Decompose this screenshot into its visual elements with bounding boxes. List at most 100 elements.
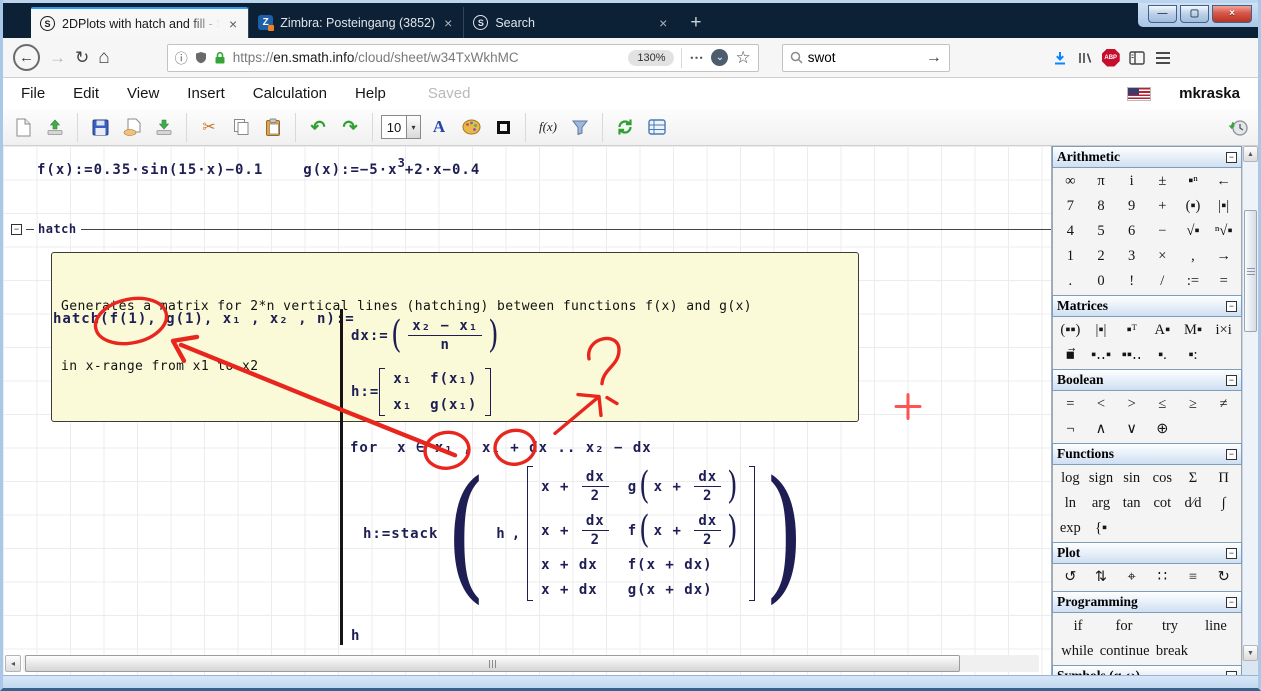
- palette-button[interactable]: line: [1193, 614, 1239, 639]
- recalculate-button[interactable]: [611, 113, 639, 141]
- collapse-icon[interactable]: −: [1226, 548, 1237, 559]
- collapse-icon[interactable]: −: [1226, 449, 1237, 460]
- palette-button[interactable]: ▪⃗: [1055, 343, 1086, 368]
- palette-button[interactable]: ⁿ√▪: [1208, 219, 1239, 244]
- font-style-button[interactable]: A: [425, 113, 453, 141]
- palette-button[interactable]: ←: [1208, 169, 1239, 194]
- reload-button[interactable]: ↻: [75, 49, 89, 66]
- palette-button[interactable]: 6: [1116, 219, 1147, 244]
- collapse-icon[interactable]: −: [1226, 375, 1237, 386]
- page-actions-icon[interactable]: ⋯: [689, 49, 704, 66]
- chevron-down-icon[interactable]: ▾: [406, 116, 420, 138]
- download-button[interactable]: [150, 113, 178, 141]
- palette-button[interactable]: ≡: [1178, 565, 1209, 590]
- downloads-icon[interactable]: [1052, 50, 1068, 66]
- palette-button[interactable]: try: [1147, 614, 1193, 639]
- palette-button[interactable]: ∷: [1147, 565, 1178, 590]
- scroll-left-arrow[interactable]: ◂: [5, 655, 21, 672]
- panel-header[interactable]: Programming−: [1052, 591, 1242, 613]
- palette-button[interactable]: 1: [1055, 244, 1086, 269]
- panel-header[interactable]: Arithmetic−: [1052, 146, 1242, 168]
- paste-button[interactable]: [259, 113, 287, 141]
- tab-close-icon[interactable]: ×: [657, 15, 669, 31]
- f-definition[interactable]: f(x):=0.35·sin(15·x)−0.1: [37, 162, 263, 178]
- maximize-button[interactable]: ▢: [1180, 5, 1209, 23]
- palette-button[interactable]: ▪:: [1178, 343, 1209, 368]
- zoom-level-badge[interactable]: 130%: [628, 50, 674, 66]
- language-flag-icon[interactable]: [1127, 87, 1151, 101]
- search-bar[interactable]: →: [782, 44, 950, 72]
- palette-button[interactable]: i×i: [1208, 318, 1239, 343]
- page-info-icon[interactable]: ⓘ: [175, 48, 188, 67]
- scrollbar-thumb[interactable]: [25, 655, 960, 672]
- function-definitions[interactable]: f(x):=0.35·sin(15·x)−0.1 g(x):=−5·x3+2·x…: [37, 162, 480, 178]
- palette-button[interactable]: (▪): [1178, 194, 1209, 219]
- cut-button[interactable]: ✂: [195, 113, 223, 141]
- stack-assignment[interactable]: h:=stack ( h, x + dx2 g(x + dx2) x + dx2…: [363, 466, 813, 601]
- palette-button[interactable]: ▪ᵀ: [1116, 318, 1147, 343]
- menu-help[interactable]: Help: [355, 85, 386, 102]
- palette-button[interactable]: 7: [1055, 194, 1086, 219]
- adblock-plus-icon[interactable]: ABP: [1102, 49, 1120, 67]
- new-tab-button[interactable]: +: [678, 7, 713, 38]
- palette-button[interactable]: <: [1086, 392, 1117, 417]
- panel-header[interactable]: Boolean−: [1052, 369, 1242, 391]
- close-button[interactable]: ×: [1212, 5, 1252, 23]
- palette-button[interactable]: ⇅: [1086, 565, 1117, 590]
- redo-button[interactable]: ↷: [336, 113, 364, 141]
- palette-button[interactable]: /: [1147, 269, 1178, 294]
- palette-button[interactable]: .: [1055, 269, 1086, 294]
- tab-close-icon[interactable]: ×: [442, 15, 454, 31]
- menu-calculation[interactable]: Calculation: [253, 85, 327, 102]
- palette-button[interactable]: (▪▪): [1055, 318, 1086, 343]
- undo-button[interactable]: ↶: [304, 113, 332, 141]
- palette-button[interactable]: ±: [1147, 169, 1178, 194]
- palette-button[interactable]: ⌖: [1116, 565, 1147, 590]
- section-label[interactable]: hatch: [38, 222, 77, 236]
- palette-button[interactable]: ↺: [1055, 565, 1086, 590]
- palette-button[interactable]: ¬: [1055, 417, 1086, 442]
- palette-button[interactable]: ↻: [1208, 565, 1239, 590]
- palette-button[interactable]: Π: [1208, 466, 1239, 491]
- palette-button[interactable]: M▪: [1178, 318, 1209, 343]
- palette-button[interactable]: 2: [1086, 244, 1117, 269]
- vertical-scrollbar[interactable]: ▲ ▼: [1242, 146, 1258, 661]
- search-input[interactable]: [808, 50, 921, 65]
- palette-button[interactable]: !: [1116, 269, 1147, 294]
- menu-insert[interactable]: Insert: [187, 85, 225, 102]
- palette-button[interactable]: ∫: [1208, 491, 1239, 516]
- upload-button[interactable]: [41, 113, 69, 141]
- palette-button[interactable]: |▪|: [1208, 194, 1239, 219]
- collapse-icon[interactable]: −: [1226, 301, 1237, 312]
- palette-button[interactable]: continue: [1100, 639, 1150, 664]
- palette-button[interactable]: =: [1055, 392, 1086, 417]
- palette-button[interactable]: sin: [1116, 466, 1147, 491]
- palette-button[interactable]: √▪: [1178, 219, 1209, 244]
- palette-button[interactable]: 8: [1086, 194, 1117, 219]
- palette-button[interactable]: cos: [1147, 466, 1178, 491]
- palette-button[interactable]: ▪.: [1147, 343, 1178, 368]
- scrollbar-track[interactable]: [23, 655, 1039, 672]
- panel-header[interactable]: Plot−: [1052, 542, 1242, 564]
- palette-button[interactable]: ▪‥▪: [1086, 343, 1117, 368]
- palette-button[interactable]: ≥: [1178, 392, 1209, 417]
- save-button[interactable]: [86, 113, 114, 141]
- palette-button[interactable]: :=: [1178, 269, 1209, 294]
- palette-button[interactable]: for: [1101, 614, 1147, 639]
- forward-button[interactable]: →: [49, 49, 66, 66]
- username[interactable]: mkraska: [1179, 85, 1240, 102]
- font-size-select[interactable]: 10 ▾: [381, 115, 421, 139]
- palette-button[interactable]: while: [1055, 639, 1100, 664]
- tab-smath-sheet[interactable]: S 2DPlots with hatch and fill - SM ×: [31, 7, 248, 38]
- palette-button[interactable]: if: [1055, 614, 1101, 639]
- panel-header[interactable]: Matrices−: [1052, 295, 1242, 317]
- bookmark-star-icon[interactable]: ☆: [735, 48, 750, 68]
- filter-button[interactable]: [566, 113, 594, 141]
- palette-button[interactable]: break: [1150, 639, 1195, 664]
- palette-button[interactable]: >: [1116, 392, 1147, 417]
- palette-button[interactable]: ln: [1055, 491, 1086, 516]
- menu-view[interactable]: View: [127, 85, 159, 102]
- scrollbar-track[interactable]: [1243, 162, 1258, 645]
- palette-button[interactable]: 4: [1055, 219, 1086, 244]
- history-button[interactable]: [1224, 113, 1252, 141]
